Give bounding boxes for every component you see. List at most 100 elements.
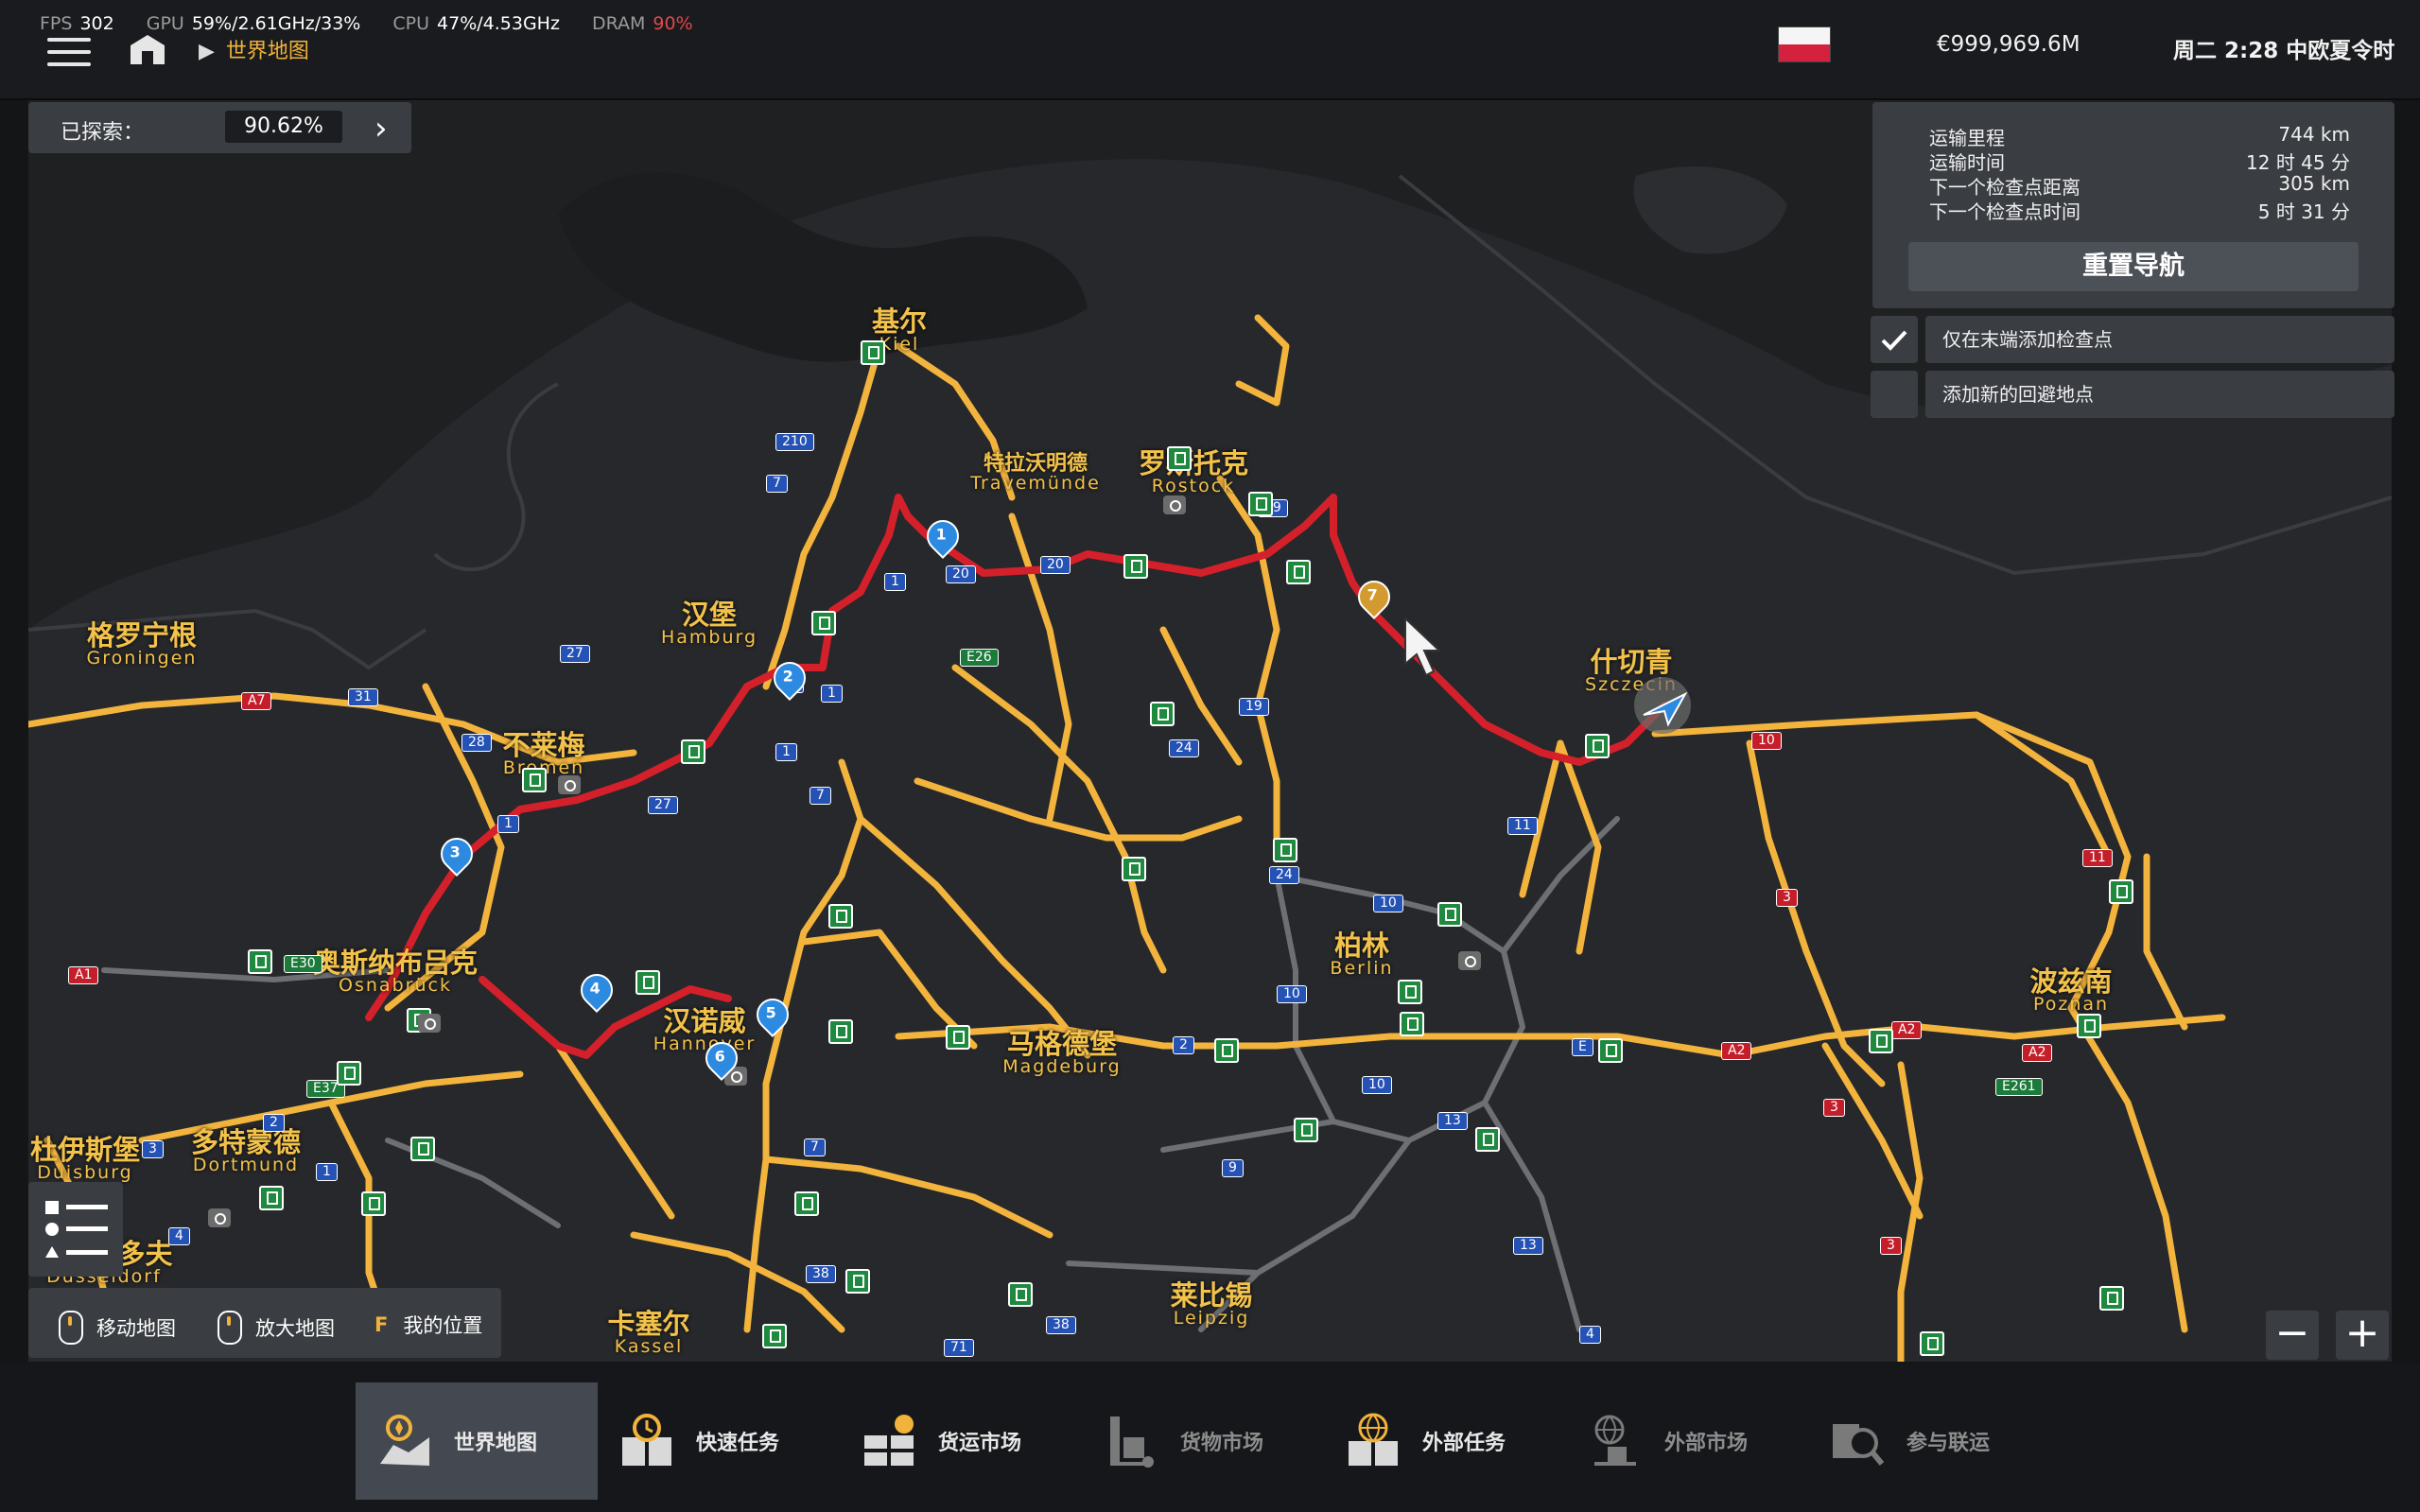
gas-station-icon[interactable] bbox=[861, 340, 885, 365]
road-shield: 10 bbox=[1373, 895, 1403, 912]
tab-freight-market[interactable]: 货运市场 bbox=[840, 1382, 1082, 1500]
gas-station-icon[interactable] bbox=[1920, 1331, 1944, 1356]
city-label-berlin[interactable]: 柏林 Berlin bbox=[1330, 932, 1393, 978]
home-icon[interactable] bbox=[128, 32, 167, 66]
gas-station-icon[interactable] bbox=[1598, 1038, 1623, 1063]
breadcrumb-arrow-icon: ▶ bbox=[199, 40, 215, 63]
road-shield: 1 bbox=[497, 815, 519, 833]
city-label-hamburg[interactable]: 汉堡 Hamburg bbox=[661, 601, 757, 647]
camera-icon[interactable] bbox=[1163, 495, 1186, 514]
gas-station-icon[interactable] bbox=[845, 1269, 870, 1294]
road-shield: 11 bbox=[2082, 849, 2113, 867]
freight-market-icon bbox=[864, 1415, 914, 1466]
road-shield: A2 bbox=[1721, 1042, 1752, 1060]
gas-station-icon[interactable] bbox=[1437, 902, 1462, 927]
gas-station-icon[interactable] bbox=[794, 1191, 819, 1216]
gas-station-icon[interactable] bbox=[1294, 1118, 1318, 1142]
city-label-osnabrueck[interactable]: 奥斯纳布吕克 Osnabrück bbox=[313, 949, 478, 995]
city-label-leipzig[interactable]: 莱比锡 Leipzig bbox=[1170, 1282, 1252, 1328]
camera-icon[interactable] bbox=[418, 1014, 441, 1033]
gas-station-icon[interactable] bbox=[522, 768, 547, 792]
gas-station-icon[interactable] bbox=[1214, 1038, 1239, 1063]
gas-station-icon[interactable] bbox=[828, 1019, 853, 1044]
road-shield: E261 bbox=[1995, 1078, 2043, 1096]
zoom-out-button[interactable]: − bbox=[2266, 1311, 2319, 1360]
road-shield: 7 bbox=[766, 475, 788, 493]
gas-station-icon[interactable] bbox=[259, 1186, 284, 1210]
gas-station-icon[interactable] bbox=[1150, 702, 1175, 726]
gas-station-icon[interactable] bbox=[337, 1061, 361, 1086]
city-label-travemuende[interactable]: 特拉沃明德 Travemünde bbox=[970, 454, 1101, 493]
city-label-dortmund[interactable]: 多特蒙德 Dortmund bbox=[191, 1129, 301, 1174]
city-label-rostock[interactable]: 罗斯托克 Rostock bbox=[1139, 450, 1248, 495]
gas-station-icon[interactable] bbox=[410, 1137, 435, 1161]
camera-icon[interactable] bbox=[1458, 951, 1481, 970]
nav-checkpoint-time: 下一个检查点时间 5 时 31 分 bbox=[1929, 200, 2350, 223]
tab-external-jobs[interactable]: 外部任务 bbox=[1324, 1382, 1566, 1500]
gas-station-icon[interactable] bbox=[1475, 1127, 1500, 1152]
tab-cargo-market[interactable]: 货物市场 bbox=[1082, 1382, 1324, 1500]
gas-station-icon[interactable] bbox=[811, 611, 836, 635]
gas-station-icon[interactable] bbox=[2109, 879, 2133, 904]
road-shield: 3 bbox=[142, 1140, 164, 1158]
checkbox[interactable] bbox=[1871, 371, 1918, 418]
city-label-kassel[interactable]: 卡塞尔 Kassel bbox=[607, 1311, 689, 1356]
camera-icon[interactable] bbox=[208, 1208, 231, 1227]
gas-station-icon[interactable] bbox=[1869, 1029, 1893, 1053]
tab-quick-jobs[interactable]: 快速任务 bbox=[598, 1382, 840, 1500]
road-shield: 13 bbox=[1513, 1237, 1543, 1255]
option-checkpoint-at-end[interactable]: 仅在末端添加检查点 bbox=[1871, 316, 2394, 365]
road-shield: 10 bbox=[1277, 985, 1307, 1003]
road-shield: 1 bbox=[884, 573, 906, 591]
road-shield: 10 bbox=[1751, 732, 1782, 750]
road-shield: E30 bbox=[284, 955, 322, 973]
gas-station-icon[interactable] bbox=[635, 970, 660, 995]
road-shield: 20 bbox=[946, 565, 976, 583]
city-label-magdeburg[interactable]: 马格德堡 Magdeburg bbox=[1002, 1031, 1122, 1076]
gas-station-icon[interactable] bbox=[2099, 1286, 2124, 1311]
menu-icon[interactable] bbox=[47, 38, 91, 66]
gas-station-icon[interactable] bbox=[828, 904, 853, 929]
option-add-avoid-point[interactable]: 添加新的回避地点 bbox=[1871, 371, 2394, 420]
zoom-map-hint: 放大地图 bbox=[218, 1311, 335, 1345]
gas-station-icon[interactable] bbox=[1123, 554, 1148, 579]
reset-navigation-button[interactable]: 重置导航 bbox=[1908, 242, 2359, 291]
quick-job-icon bbox=[622, 1414, 671, 1466]
city-label-duisburg[interactable]: 杜伊斯堡 Duisburg bbox=[30, 1137, 140, 1182]
gas-station-icon[interactable] bbox=[946, 1025, 970, 1050]
gas-station-icon[interactable] bbox=[2077, 1014, 2101, 1038]
fps-readout: FPS 302 bbox=[40, 13, 114, 34]
gas-station-icon[interactable] bbox=[1167, 446, 1192, 471]
option-label: 仅在末端添加检查点 bbox=[1925, 316, 2394, 363]
move-map-hint: 移动地图 bbox=[59, 1311, 176, 1345]
gas-station-icon[interactable] bbox=[1286, 560, 1311, 584]
zoom-in-button[interactable]: + bbox=[2336, 1311, 2389, 1360]
external-market-icon bbox=[1594, 1415, 1636, 1466]
gas-station-icon[interactable] bbox=[681, 739, 705, 764]
gas-station-icon[interactable] bbox=[1585, 734, 1610, 758]
gas-station-icon[interactable] bbox=[248, 949, 272, 974]
tab-world-map[interactable]: 世界地图 bbox=[356, 1382, 598, 1500]
explored-label: 已探索： bbox=[61, 121, 145, 145]
city-label-poznan[interactable]: 波兹南 Poznan bbox=[2029, 968, 2112, 1014]
tab-convoy[interactable]: 参与联运 bbox=[1808, 1382, 2050, 1500]
gas-station-icon[interactable] bbox=[361, 1191, 386, 1216]
gas-station-icon[interactable] bbox=[1400, 1012, 1424, 1036]
camera-icon[interactable] bbox=[558, 775, 581, 794]
checkbox[interactable] bbox=[1871, 316, 1918, 363]
gas-station-icon[interactable] bbox=[762, 1324, 787, 1348]
gas-station-icon[interactable] bbox=[1398, 980, 1422, 1004]
road-shield: 19 bbox=[1239, 698, 1269, 716]
chevron-right-icon[interactable]: › bbox=[374, 110, 388, 148]
city-label-hannover[interactable]: 汉诺威 Hannover bbox=[653, 1008, 756, 1053]
tab-external-market[interactable]: 外部市场 bbox=[1566, 1382, 1808, 1500]
map-legend-button[interactable] bbox=[28, 1182, 123, 1277]
gas-station-icon[interactable] bbox=[1248, 492, 1273, 516]
road-shield: 24 bbox=[1269, 866, 1299, 884]
gas-station-icon[interactable] bbox=[1122, 857, 1146, 881]
gas-station-icon[interactable] bbox=[1008, 1282, 1033, 1307]
city-label-groningen[interactable]: 格罗宁根 Groningen bbox=[87, 622, 198, 668]
bottom-tab-bar: 世界地图 快速任务 货运市场 货物市场 外部任务 外部市场 参与联运 bbox=[0, 1364, 2420, 1512]
player-truck-icon[interactable] bbox=[1630, 673, 1695, 738]
gas-station-icon[interactable] bbox=[1273, 838, 1297, 862]
